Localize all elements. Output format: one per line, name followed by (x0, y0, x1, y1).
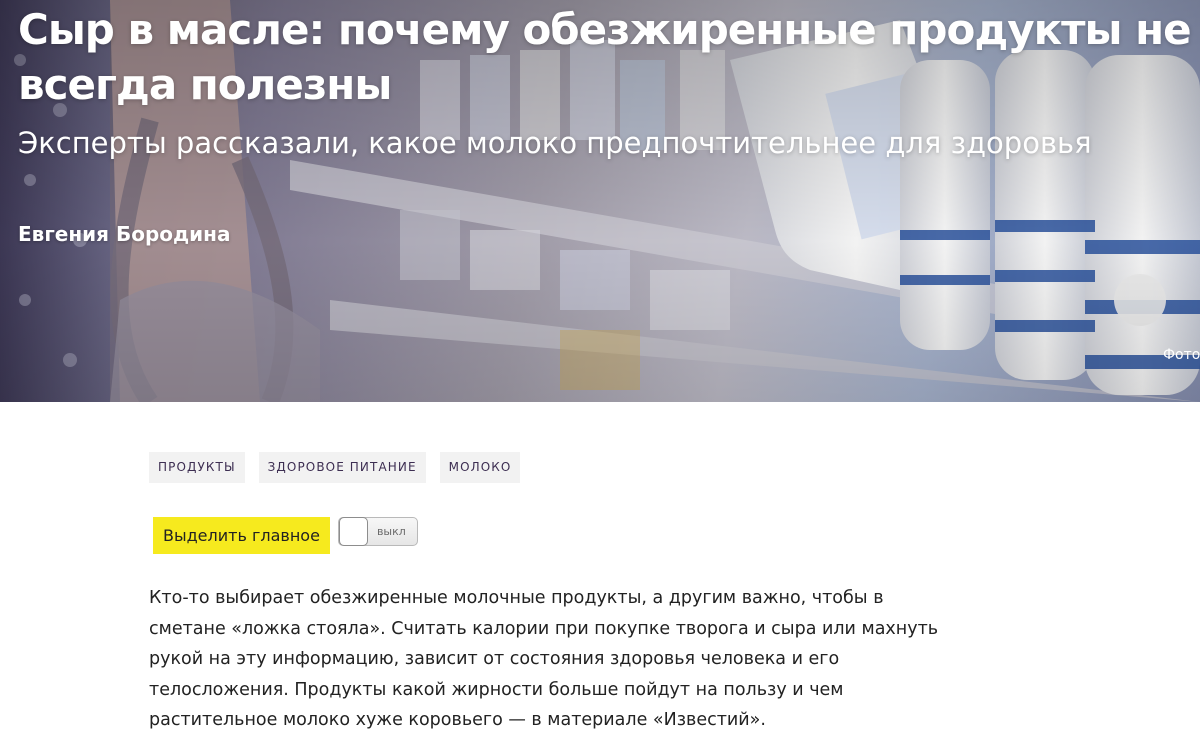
highlight-toggle[interactable]: выкл (337, 517, 418, 546)
article-author[interactable]: Евгения Бородина (18, 219, 231, 249)
article-title: Сыр в масле: почему обезжиренные продукт… (18, 5, 1192, 109)
highlight-main-label[interactable]: Выделить главное (153, 517, 330, 554)
tag-products[interactable]: ПРОДУКТЫ (149, 452, 245, 483)
hero-banner: Сыр в масле: почему обезжиренные продукт… (0, 0, 1200, 402)
tag-healthy-food[interactable]: ЗДОРОВОЕ ПИТАНИЕ (258, 452, 426, 483)
toggle-knob (338, 517, 368, 546)
article-tags: ПРОДУКТЫ ЗДОРОВОЕ ПИТАНИЕ МОЛОКО (149, 452, 521, 483)
article-lead: Кто-то выбирает обезжиренные молочные пр… (149, 588, 939, 730)
article-subtitle: Эксперты рассказали, какое молоко предпо… (18, 126, 1092, 160)
toggle-state-label: выкл (376, 525, 406, 538)
tag-milk[interactable]: МОЛОКО (439, 452, 521, 483)
photo-credit: Фото (1163, 347, 1200, 363)
highlight-main-control: Выделить главное выкл (153, 517, 418, 554)
